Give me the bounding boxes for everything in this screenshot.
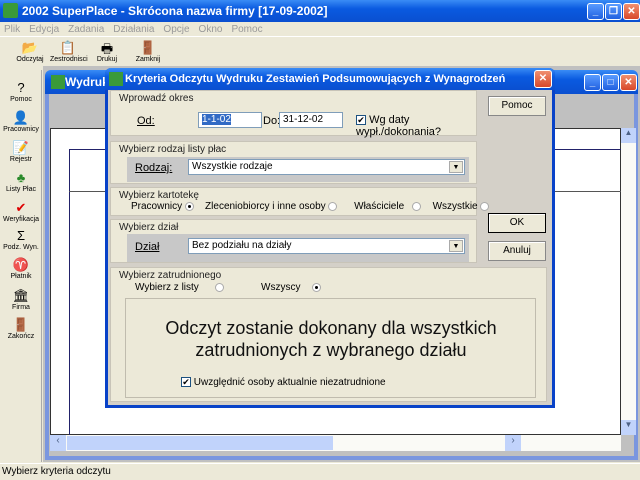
printer-icon: 🖶 <box>100 41 114 56</box>
check-icon: ✔ <box>15 200 27 215</box>
app-title-bar: 2002 SuperPlace - Skrócona nazwa firmy [… <box>0 0 640 22</box>
payroll-group: Wybierz rodzaj listy płac Rodzaj: Wszyst… <box>110 141 477 184</box>
scroll-up-icon[interactable]: ▲ <box>621 128 636 143</box>
period-group: Wprowadź okres Od: 1-1-02 Do: 31-12-02 ✔… <box>110 90 477 138</box>
radio-icon <box>412 201 422 211</box>
child-maximize-button[interactable]: □ <box>602 74 619 91</box>
horizontal-scrollbar[interactable]: ‹ › <box>50 435 621 451</box>
employee-group: Wybierz zatrudnionego Wybierz z listy Ws… <box>110 267 547 402</box>
menu-dzialania[interactable]: Działania <box>113 24 154 35</box>
radio-wlasciciele[interactable]: Właściciele <box>354 201 422 212</box>
minimize-button[interactable]: _ <box>587 3 604 20</box>
checkmark-icon: ✔ <box>181 377 191 388</box>
by-date-checkbox[interactable]: ✔ Wg daty wypł./dokonania? <box>356 114 476 138</box>
radio-zleceniobiorcy[interactable]: Zleceniobiorcy i inne osoby <box>205 201 338 212</box>
chevron-down-icon[interactable]: ▼ <box>449 240 463 252</box>
radio-from-list[interactable]: Wybierz z listy <box>135 282 225 293</box>
register-icon: 📝 <box>12 140 30 155</box>
employee-icon: 👤 <box>12 110 30 125</box>
dialog-title-bar: Kryteria Odczytu Wydruku Zestawień Podsu… <box>105 68 555 90</box>
toolbar-close[interactable]: 🚪 Zamknij <box>130 40 166 63</box>
menu-zadania[interactable]: Zadania <box>68 24 104 35</box>
payer-icon: ♈ <box>12 257 30 272</box>
sidebar-item-pomoc[interactable]: ? Pomoc <box>0 80 42 103</box>
dept-group: Wybierz dział Dział Bez podziału na dzia… <box>110 219 477 263</box>
folder-open-icon: 📂 <box>21 40 39 55</box>
sidebar-item-firma[interactable]: 🏛 Firma <box>0 288 42 311</box>
payroll-label: Rodzaj: <box>135 162 173 174</box>
to-date-input[interactable]: 31-12-02 <box>279 112 343 128</box>
sidebar-item-pracownicy[interactable]: 👤 Pracownicy <box>0 110 42 133</box>
to-label: Do: <box>263 115 281 127</box>
status-text: Wybierz kryteria odczytu <box>2 466 111 477</box>
toolbar-divider <box>0 36 640 37</box>
help-button[interactable]: Pomoc <box>488 96 546 116</box>
radio-all[interactable]: Wszyscy <box>261 282 321 293</box>
sidebar-item-zakoncz[interactable]: 🚪 Zakończ <box>0 317 42 340</box>
radio-icon <box>328 201 338 211</box>
dept-label: Dział <box>135 241 160 253</box>
help-icon: ? <box>17 80 25 95</box>
sidebar-item-weryfikacja[interactable]: ✔ Weryfikacja <box>0 200 42 223</box>
menu-plik[interactable]: Plik <box>4 24 20 35</box>
menu-edycja[interactable]: Edycja <box>29 24 59 35</box>
menu-pomoc[interactable]: Pomoc <box>231 24 262 35</box>
app-icon <box>3 3 18 18</box>
from-label: Od: <box>137 115 155 127</box>
radio-pracownicy[interactable]: Pracownicy <box>131 201 194 212</box>
radio-wszystkie[interactable]: Wszystkie <box>433 201 490 212</box>
from-date-input[interactable]: 1-1-02 <box>198 112 262 128</box>
toolbar-read[interactable]: 📂 Odczytaj <box>12 40 48 63</box>
scroll-left-icon[interactable]: ‹ <box>50 435 66 451</box>
menu-opcje[interactable]: Opcje <box>163 24 189 35</box>
radio-icon <box>184 201 194 211</box>
copy-icon: 📋 <box>59 40 77 55</box>
payroll-type-select[interactable]: Wszystkie rodzaje ▼ <box>188 159 465 175</box>
menu-bar: Plik Edycja Zadania Działania Opcje Okno Pomoc <box>4 24 272 35</box>
ok-button[interactable]: OK <box>488 213 546 233</box>
card-options: Pracownicy Zleceniobiorcy i inne osoby W… <box>131 201 490 212</box>
scroll-right-icon[interactable]: › <box>505 435 521 451</box>
checkmark-icon: ✔ <box>356 115 366 126</box>
menu-okno[interactable]: Okno <box>199 24 223 35</box>
exit-door-icon: 🚪 <box>12 317 30 332</box>
radio-icon <box>311 282 321 292</box>
sidebar-item-rejestr[interactable]: 📝 Rejestr <box>0 140 42 163</box>
dialog-title: Kryteria Odczytu Wydruku Zestawień Podsu… <box>125 73 506 85</box>
sidebar-item-podz-wyn[interactable]: Σ Podz. Wyn. <box>0 228 42 251</box>
restore-button[interactable]: ❐ <box>605 3 622 20</box>
close-button[interactable]: ✕ <box>623 3 640 20</box>
status-bar: Wybierz kryteria odczytu <box>0 463 640 480</box>
app-title: 2002 SuperPlace - Skrócona nazwa firmy [… <box>22 4 328 18</box>
info-text: Odczyt zostanie dokonany dla wszystkich … <box>165 318 497 360</box>
sidebar-item-platnik[interactable]: ♈ Płatnik <box>0 257 42 280</box>
scroll-down-icon[interactable]: ▼ <box>621 420 636 435</box>
chevron-down-icon[interactable]: ▼ <box>449 161 463 173</box>
include-inactive-checkbox[interactable]: ✔ Uwzględnić osoby aktualnie niezatrudni… <box>181 377 386 388</box>
child-title: Wydruk <box>65 75 109 89</box>
card-group: Wybierz kartotekę Pracownicy Zleceniobio… <box>110 187 490 216</box>
child-close-button[interactable]: ✕ <box>620 74 637 91</box>
payroll-icon: ♣ <box>16 170 26 185</box>
child-icon <box>51 75 65 89</box>
sidebar-item-listy-plac[interactable]: ♣ Listy Płac <box>0 170 42 193</box>
horizontal-scroll-thumb[interactable] <box>67 436 333 450</box>
company-icon: 🏛 <box>12 288 30 303</box>
dialog-close-button[interactable]: ✕ <box>534 70 552 88</box>
radio-icon <box>215 282 225 292</box>
toolbar-employees[interactable]: 📋 Zestrodnisci <box>50 40 88 63</box>
child-minimize-button[interactable]: _ <box>584 74 601 91</box>
dialog-icon <box>109 72 123 86</box>
radio-icon <box>480 201 490 211</box>
info-panel: Odczyt zostanie dokonany dla wszystkich … <box>125 298 536 398</box>
toolbar-print[interactable]: 🖶 Drukuj <box>89 40 125 63</box>
vertical-scrollbar[interactable]: ▲ ▼ <box>621 128 636 435</box>
sigma-icon: Σ <box>16 228 26 243</box>
cancel-button[interactable]: Anuluj <box>488 241 546 261</box>
exit-door-icon: 🚪 <box>139 40 157 55</box>
dept-select[interactable]: Bez podziału na działy ▼ <box>188 238 465 254</box>
